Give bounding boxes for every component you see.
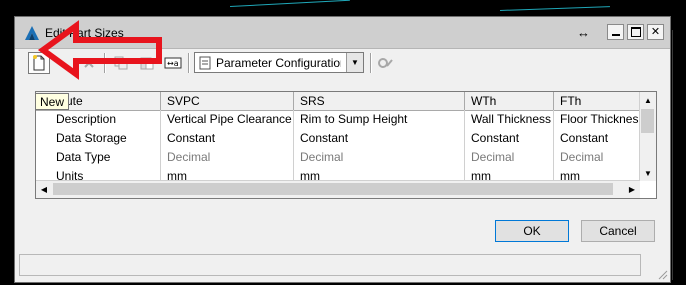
column-header[interactable]: SVPC xyxy=(161,92,294,110)
table-cell: Data Storage xyxy=(36,129,161,148)
column-header[interactable]: WTh xyxy=(465,92,554,110)
resize-grip-icon[interactable] xyxy=(656,268,668,280)
scroll-left-icon[interactable]: ◀ xyxy=(36,181,52,197)
maximize-button[interactable] xyxy=(627,24,644,40)
toolbar-separator xyxy=(188,53,190,73)
scroll-thumb[interactable] xyxy=(53,183,613,195)
table-cell[interactable]: mm xyxy=(294,167,465,181)
table-cell[interactable]: Constant xyxy=(161,129,294,148)
toolbar-separator xyxy=(370,53,372,73)
close-button[interactable]: ✕ xyxy=(647,24,664,40)
chevron-down-icon[interactable]: ▼ xyxy=(346,53,363,72)
parameter-grid: ute SVPC SRS WTh FTh Description Vertica… xyxy=(35,91,657,199)
grid-body: ute SVPC SRS WTh FTh Description Vertica… xyxy=(36,92,640,181)
table-cell[interactable]: Floor Thicknes xyxy=(554,110,640,129)
table-cell[interactable]: mm xyxy=(161,167,294,181)
table-row[interactable]: Data Type Decimal Decimal Decimal Decima… xyxy=(36,148,640,167)
cancel-button[interactable]: Cancel xyxy=(581,220,655,242)
column-header[interactable]: FTh xyxy=(554,92,640,110)
title-bar: Edit Part Sizes ↔ ✕ xyxy=(15,17,670,49)
expand-icon[interactable]: ↔ xyxy=(575,24,592,40)
scroll-down-icon[interactable]: ▼ xyxy=(640,165,656,181)
delete-icon[interactable] xyxy=(78,52,100,74)
table-cell[interactable]: Constant xyxy=(294,129,465,148)
minimize-button[interactable] xyxy=(607,24,624,40)
table-cell[interactable]: mm xyxy=(554,167,640,181)
table-cell[interactable]: Decimal xyxy=(465,148,554,167)
scroll-up-icon[interactable]: ▲ xyxy=(640,92,656,108)
table-row[interactable]: Description Vertical Pipe Clearance Rim … xyxy=(36,110,640,129)
scroll-right-icon[interactable]: ▶ xyxy=(624,181,640,197)
new-document-icon xyxy=(33,55,45,71)
table-row[interactable]: Data Storage Constant Constant Constant … xyxy=(36,129,640,148)
parameter-icon xyxy=(199,56,211,70)
toolbar-separator xyxy=(104,53,106,73)
vertical-scrollbar[interactable]: ▲ ▼ xyxy=(639,92,656,181)
svg-text:↔a: ↔a xyxy=(167,59,179,68)
paste-icon[interactable] xyxy=(136,52,158,74)
edit-part-sizes-dialog: Edit Part Sizes ↔ ✕ ↔a Parameter Configu… xyxy=(14,16,671,283)
table-cell[interactable]: Decimal xyxy=(554,148,640,167)
swap-icon[interactable]: ↔a xyxy=(162,52,184,74)
background-line xyxy=(230,0,350,7)
table-cell[interactable]: Rim to Sump Height xyxy=(294,110,465,129)
table-cell: Units xyxy=(36,167,161,181)
scroll-thumb[interactable] xyxy=(641,109,654,133)
window-title: Edit Part Sizes xyxy=(45,26,124,40)
column-header[interactable]: SRS xyxy=(294,92,465,110)
parameter-configuration-dropdown[interactable]: Parameter Configuration ▼ xyxy=(194,52,364,73)
table-cell[interactable]: Constant xyxy=(465,129,554,148)
table-cell[interactable]: Decimal xyxy=(294,148,465,167)
grid-header-row: ute SVPC SRS WTh FTh xyxy=(36,92,640,111)
ok-button[interactable]: OK xyxy=(495,220,569,242)
toolbar: ↔a Parameter Configuration ▼ xyxy=(18,50,667,76)
parameter-configuration-value: Parameter Configuration xyxy=(216,56,341,70)
background-line xyxy=(500,6,610,11)
table-cell[interactable]: Decimal xyxy=(161,148,294,167)
horizontal-scrollbar[interactable]: ◀ ▶ xyxy=(36,180,640,198)
background-line xyxy=(672,30,673,280)
new-button[interactable] xyxy=(28,52,50,74)
configure-icon[interactable] xyxy=(375,52,397,74)
table-cell[interactable]: Vertical Pipe Clearance xyxy=(161,110,294,129)
table-cell[interactable]: Wall Thickness xyxy=(465,110,554,129)
table-row[interactable]: Units mm mm mm mm xyxy=(36,167,640,181)
status-bar xyxy=(19,254,641,276)
table-cell[interactable]: Constant xyxy=(554,129,640,148)
table-cell[interactable]: mm xyxy=(465,167,554,181)
new-tooltip: New xyxy=(35,93,69,110)
table-cell: Data Type xyxy=(36,148,161,167)
copy-icon[interactable] xyxy=(110,52,132,74)
table-cell: Description xyxy=(36,110,161,129)
app-logo-icon xyxy=(25,26,39,40)
